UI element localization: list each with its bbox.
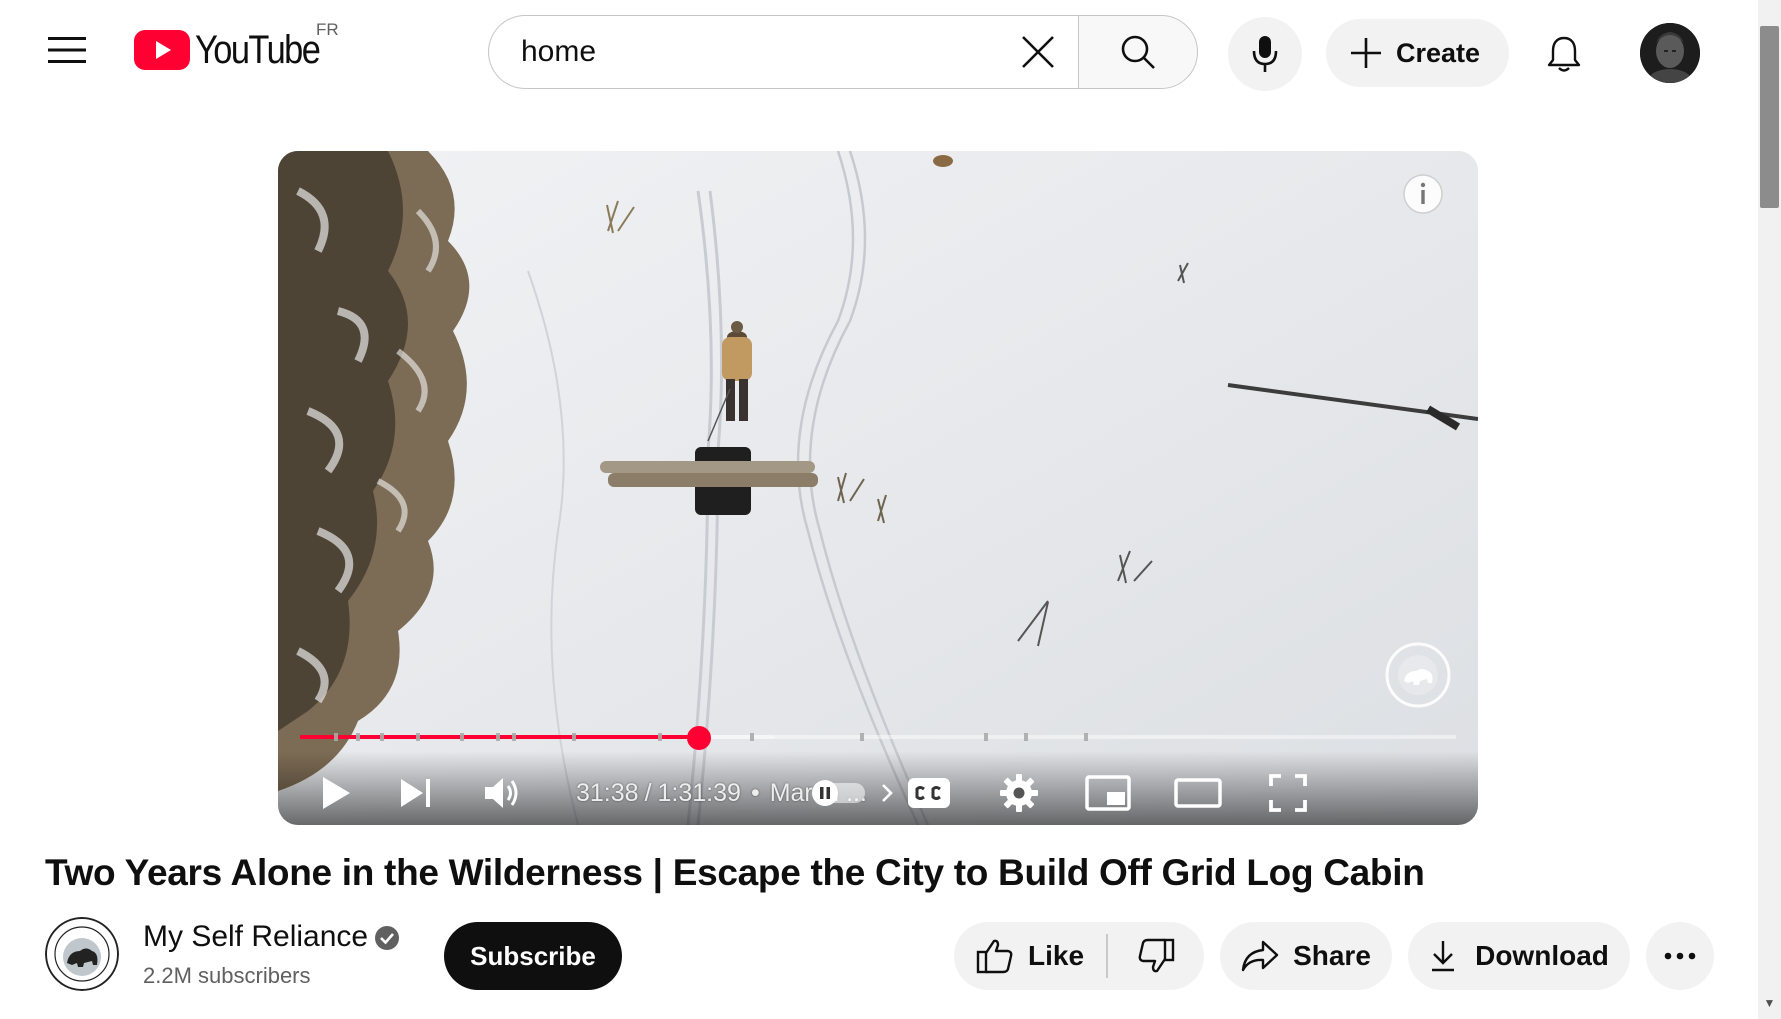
next-icon — [401, 779, 430, 807]
video-title: Two Years Alone in the Wilderness | Esca… — [45, 852, 1425, 893]
youtube-play-logo-icon — [134, 30, 190, 70]
gear-icon — [1000, 774, 1038, 812]
chapter-gap — [356, 733, 360, 741]
chapter-gap — [572, 733, 576, 741]
chapter-gap — [750, 733, 754, 741]
download-label: Download — [1475, 940, 1609, 971]
share-label: Share — [1293, 940, 1371, 971]
voice-search-button[interactable] — [1228, 17, 1302, 91]
fullscreen-icon — [1269, 774, 1307, 812]
captions-icon — [908, 778, 950, 808]
mute-button[interactable] — [474, 761, 530, 825]
share-arrow-icon — [1241, 940, 1279, 972]
miniplayer-icon — [1085, 775, 1131, 811]
chapter-gap — [658, 733, 662, 741]
chapter-gap — [512, 733, 516, 741]
chevron-right-icon[interactable] — [881, 783, 893, 803]
next-video-button[interactable] — [388, 761, 444, 825]
create-button[interactable]: Create — [1326, 19, 1509, 87]
fullscreen-button[interactable] — [1258, 761, 1318, 825]
progress-bar[interactable] — [300, 726, 1456, 750]
plus-icon — [1351, 38, 1381, 68]
more-horizontal-icon — [1664, 952, 1696, 960]
subscriber-count: 2.2M subscribers — [143, 963, 311, 988]
bear-badge-icon — [1385, 642, 1451, 708]
logo-wordmark: YouTube — [195, 27, 321, 72]
chapter-gap — [496, 733, 500, 741]
chapter-gap — [1024, 733, 1028, 741]
theater-mode-button[interactable] — [1168, 761, 1228, 825]
autoplay-toggle[interactable] — [810, 761, 868, 825]
youtube-logo[interactable]: YouTube FR — [134, 20, 340, 74]
clear-search-button[interactable] — [1006, 20, 1070, 84]
chapter-gap — [416, 733, 420, 741]
thumbs-down-icon — [1138, 938, 1174, 973]
bullet-separator-icon: • — [750, 778, 760, 807]
channel-logo-icon — [45, 917, 119, 991]
download-icon — [1432, 941, 1455, 972]
chapter-gap — [1084, 733, 1088, 741]
channel-watermark[interactable] — [1384, 641, 1452, 709]
like-button[interactable]: Like — [954, 922, 1106, 990]
volume-icon — [485, 778, 518, 808]
more-actions-button[interactable] — [1646, 922, 1714, 990]
close-icon — [1022, 36, 1054, 68]
info-icon — [1403, 174, 1443, 214]
search-box — [488, 15, 1078, 89]
search-input[interactable] — [489, 21, 1006, 83]
theater-mode-icon — [1174, 778, 1222, 808]
autoplay-pause-toggle-icon — [812, 780, 865, 806]
chapter-gap — [860, 733, 864, 741]
progress-scrubber[interactable] — [686, 726, 711, 750]
scroll-down-arrow-icon[interactable]: ▼ — [1761, 996, 1778, 1010]
hamburger-menu-icon — [48, 37, 86, 63]
download-button[interactable]: Download — [1408, 922, 1630, 990]
like-label: Like — [1027, 940, 1085, 971]
microphone-icon — [1252, 36, 1278, 72]
menu-button[interactable] — [34, 17, 100, 83]
chapter-gap — [984, 733, 988, 741]
notification-bell-icon — [1547, 36, 1581, 72]
share-button[interactable]: Share — [1220, 922, 1392, 990]
player-control-bar: 31:38 / 1:31:39 • March ... — [278, 761, 1478, 825]
create-label: Create — [1396, 37, 1481, 68]
video-info-button[interactable] — [1402, 173, 1444, 215]
avatar-image-icon — [1640, 23, 1700, 83]
search-icon — [1121, 35, 1155, 69]
country-code: FR — [316, 20, 339, 39]
scrollbar-thumb[interactable] — [1760, 26, 1779, 208]
play-icon — [323, 777, 350, 809]
subscribe-button[interactable]: Subscribe — [444, 922, 622, 990]
current-time: 31:38 — [576, 778, 639, 807]
thumbs-up-icon — [976, 939, 1013, 974]
video-frame-image — [278, 151, 1478, 825]
captions-button[interactable] — [900, 761, 958, 825]
chapter-gap — [334, 733, 338, 741]
notifications-button[interactable] — [1527, 17, 1601, 91]
play-button[interactable] — [308, 761, 364, 825]
channel-avatar[interactable] — [45, 917, 119, 991]
duration: 1:31:39 — [657, 778, 741, 807]
miniplayer-button[interactable] — [1078, 761, 1138, 825]
user-avatar[interactable] — [1640, 23, 1700, 83]
settings-button[interactable] — [990, 761, 1048, 825]
time-separator: / — [644, 778, 652, 807]
chapter-gap — [460, 733, 464, 741]
chapter-gap — [380, 733, 384, 741]
dislike-button[interactable] — [1107, 922, 1204, 990]
verified-badge-icon — [375, 926, 399, 950]
video-player[interactable]: 31:38 / 1:31:39 • March ... — [278, 151, 1478, 825]
search-button[interactable] — [1078, 15, 1198, 89]
channel-name[interactable]: My Self Reliance — [143, 920, 368, 954]
